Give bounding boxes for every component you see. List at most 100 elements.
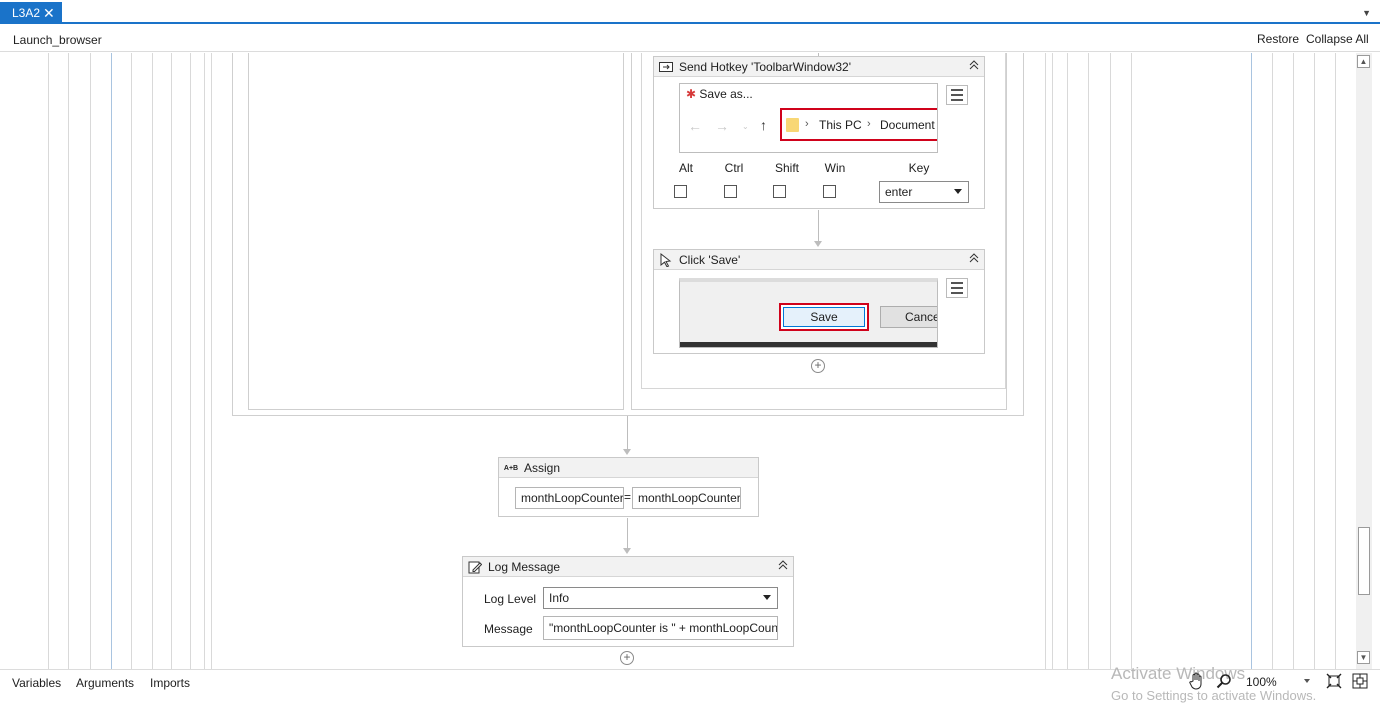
chevron-double-up-icon[interactable] <box>969 59 979 73</box>
fit-to-screen-icon[interactable] <box>1326 673 1342 692</box>
pan-hand-icon[interactable] <box>1189 672 1205 693</box>
activity-title: Assign <box>524 461 561 475</box>
nesting-guide <box>1335 53 1336 669</box>
key-select[interactable]: enter <box>879 181 969 203</box>
mouse-cursor-icon <box>658 253 674 267</box>
nesting-guide <box>1088 53 1089 669</box>
assign-activity[interactable]: A+B Assign monthLoopCounter = monthLoopC… <box>498 457 759 517</box>
scroll-down-icon[interactable]: ▼ <box>1357 651 1370 664</box>
arguments-tab[interactable]: Arguments <box>76 676 134 690</box>
path-segment: Document <box>880 118 935 132</box>
assign-to-field[interactable]: monthLoopCounter <box>515 487 624 509</box>
ctrl-checkbox[interactable] <box>724 185 737 198</box>
connector-line <box>627 518 628 549</box>
connector-arrow <box>623 548 631 554</box>
selection-highlight: Save <box>779 303 869 331</box>
connector-line <box>818 210 819 242</box>
then-branch-sequence[interactable] <box>248 53 624 410</box>
zoom-level-select[interactable]: 100% <box>1242 673 1314 691</box>
click-save-activity[interactable]: Click 'Save' Save Cance <box>653 249 985 354</box>
chevron-double-up-icon[interactable] <box>969 252 979 266</box>
scroll-up-icon[interactable]: ▲ <box>1357 55 1370 68</box>
log-level-label: Log Level <box>484 592 537 606</box>
preview-window-title: ✱ Save as... <box>686 87 753 101</box>
nesting-guide <box>171 53 172 669</box>
nesting-guide <box>204 53 205 669</box>
workflow-canvas[interactable]: Send Hotkey 'ToolbarWindow32' ✱ Save as.… <box>0 53 1356 669</box>
close-icon[interactable]: ✕ <box>43 4 55 22</box>
win-checkbox[interactable] <box>823 185 836 198</box>
restore-button[interactable]: Restore <box>1257 32 1299 46</box>
chevron-double-up-icon[interactable] <box>778 559 788 573</box>
activity-title: Log Message <box>488 560 561 574</box>
equals-sign: = <box>624 490 632 504</box>
options-menu-icon[interactable] <box>946 85 968 105</box>
key-label: Key <box>908 161 930 175</box>
nesting-guide <box>111 53 112 669</box>
zoom-search-icon[interactable] <box>1216 673 1232 692</box>
add-activity-icon[interactable]: + <box>811 359 825 373</box>
designer-header: Launch_browser Restore Collapse All <box>0 26 1380 52</box>
target-preview[interactable]: Save Cance <box>679 278 938 348</box>
modifier-label-ctrl: Ctrl <box>724 161 744 175</box>
nesting-guide <box>1251 53 1252 669</box>
nesting-guide <box>1067 53 1068 669</box>
add-activity-icon[interactable]: + <box>620 651 634 665</box>
path-segment: This PC <box>819 118 862 132</box>
assign-icon: A+B <box>503 464 519 472</box>
alt-checkbox[interactable] <box>674 185 687 198</box>
log-message-activity[interactable]: Log Message Log Level Info Message "mont… <box>462 556 794 647</box>
send-hotkey-activity[interactable]: Send Hotkey 'ToolbarWindow32' ✱ Save as.… <box>653 56 985 209</box>
nesting-guide <box>90 53 91 669</box>
nesting-guide <box>1272 53 1273 669</box>
options-menu-icon[interactable] <box>946 278 968 298</box>
chevron-down-icon: ⌄ <box>742 122 749 131</box>
modifier-label-shift: Shift <box>774 161 799 175</box>
connector-arrow <box>814 241 822 247</box>
activity-header[interactable]: Log Message <box>463 557 793 577</box>
activity-title: Click 'Save' <box>679 253 741 267</box>
dropdown-arrow-icon <box>954 189 962 194</box>
message-label: Message <box>484 622 533 636</box>
preview-bottom-bar <box>680 342 937 347</box>
nesting-guide <box>68 53 69 669</box>
connector-line <box>627 416 628 450</box>
up-arrow-icon: ↑ <box>760 117 767 133</box>
nesting-guide <box>152 53 153 669</box>
message-field[interactable]: "monthLoopCounter is " + monthLoopCounte… <box>543 616 778 640</box>
activity-header[interactable]: A+B Assign <box>499 458 758 478</box>
breadcrumb[interactable]: Launch_browser <box>13 33 102 47</box>
activity-title: Send Hotkey 'ToolbarWindow32' <box>679 60 852 74</box>
variables-tab[interactable]: Variables <box>12 676 61 690</box>
imports-tab[interactable]: Imports <box>150 676 190 690</box>
modifier-label-alt: Alt <box>678 161 693 175</box>
forward-arrow-icon: → <box>715 118 729 134</box>
back-arrow-icon: ← <box>688 118 702 134</box>
overview-map-icon[interactable] <box>1352 673 1368 692</box>
nesting-guide <box>1131 53 1132 669</box>
tab-list-dropdown-icon[interactable]: ▼ <box>1362 8 1371 18</box>
folder-icon <box>786 118 799 132</box>
chevron-down-icon <box>1304 679 1310 683</box>
keyboard-icon <box>658 60 674 74</box>
selection-highlight: › This PC › Document <box>780 108 937 141</box>
nesting-guide <box>131 53 132 669</box>
document-tab-l3a2[interactable]: L3A2 ✕ <box>0 2 62 24</box>
scroll-thumb[interactable] <box>1358 527 1370 595</box>
target-preview[interactable]: ✱ Save as... ← → ⌄ ↑ › This PC › Documen… <box>679 83 938 153</box>
vertical-scrollbar[interactable]: ▲ ▼ <box>1356 53 1372 669</box>
shift-checkbox[interactable] <box>773 185 786 198</box>
pencil-note-icon <box>467 560 483 574</box>
nesting-guide <box>1110 53 1111 669</box>
preview-cancel-button: Cance <box>880 306 937 328</box>
collapse-all-button[interactable]: Collapse All <box>1306 32 1369 46</box>
connector-arrow <box>623 449 631 455</box>
nesting-guide <box>190 53 191 669</box>
assign-value-field[interactable]: monthLoopCounter <box>632 487 741 509</box>
log-level-select[interactable]: Info <box>543 587 778 609</box>
activity-header[interactable]: Click 'Save' <box>654 250 984 270</box>
tab-label: L3A2 <box>12 6 41 20</box>
dropdown-arrow-icon <box>763 595 771 600</box>
nesting-guide <box>48 53 49 669</box>
activity-header[interactable]: Send Hotkey 'ToolbarWindow32' <box>654 57 984 77</box>
